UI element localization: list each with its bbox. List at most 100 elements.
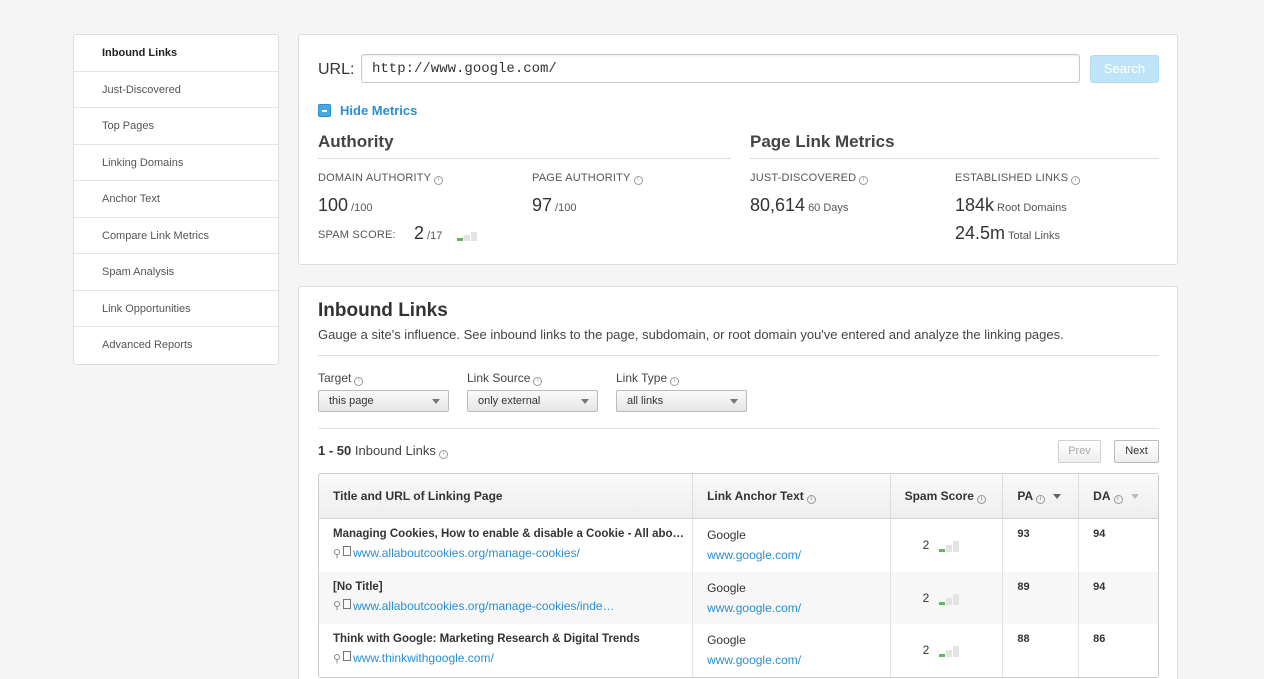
document-icon[interactable] <box>343 546 352 556</box>
linking-page-url[interactable]: www.thinkwithgoogle.com/ <box>353 651 494 665</box>
page-authority-number: 97 <box>532 195 553 215</box>
results-label: Inbound Links <box>354 443 436 458</box>
chevron-down-icon <box>432 399 440 404</box>
sidebar-item-spam-analysis[interactable]: Spam Analysis <box>74 254 278 291</box>
sidebar-item-anchor-text[interactable]: Anchor Text <box>74 181 278 218</box>
spam-score-number: 2 <box>922 538 930 552</box>
column-header-anchor[interactable]: Link Anchor Text i <box>693 474 891 518</box>
linking-page-title: Managing Cookies, How to enable & disabl… <box>333 528 685 540</box>
info-icon[interactable]: i <box>859 176 869 185</box>
cell-spam-score: 2 <box>891 571 1004 624</box>
total-links-number: 24.5m <box>955 223 1006 243</box>
info-icon[interactable]: i <box>434 176 444 185</box>
just-discovered-label: JUST-DISCOVERED i <box>750 172 869 185</box>
sidebar-item-link-opportunities[interactable]: Link Opportunities <box>74 291 278 327</box>
info-icon[interactable]: i <box>354 377 364 386</box>
cell-anchor: Google www.google.com/ <box>693 571 891 624</box>
inbound-links-title: Inbound Links <box>318 300 448 321</box>
spam-score-bars <box>939 541 960 552</box>
column-header-pa[interactable]: PA i <box>1003 474 1080 518</box>
spam-score-label: SPAM SCORE: <box>318 229 396 241</box>
info-icon[interactable]: i <box>806 495 816 504</box>
domain-authority-label-text: DOMAIN AUTHORITY <box>318 172 432 184</box>
page-authority-value: 97/100 <box>532 195 576 216</box>
link-type-select-value: all links <box>627 395 664 407</box>
linking-page-url[interactable]: www.allaboutcookies.org/manage-cookies/ <box>353 546 580 560</box>
target-select-value: this page <box>329 395 374 407</box>
sidebar-item-top-pages[interactable]: Top Pages <box>74 108 278 145</box>
chevron-down-icon <box>730 399 738 404</box>
info-icon[interactable]: i <box>1036 495 1046 504</box>
prev-button[interactable]: Prev <box>1058 440 1101 463</box>
linking-page-title: Think with Google: Marketing Research & … <box>333 633 640 645</box>
column-header-da-text: DA <box>1093 489 1111 503</box>
info-icon[interactable]: i <box>1071 176 1081 185</box>
sidebar-item-advanced-reports[interactable]: Advanced Reports <box>74 327 278 364</box>
info-icon[interactable]: i <box>670 377 680 386</box>
sidebar-item-compare-link-metrics[interactable]: Compare Link Metrics <box>74 218 278 254</box>
next-button[interactable]: Next <box>1114 440 1159 463</box>
domain-authority-label: DOMAIN AUTHORITY i <box>318 172 444 185</box>
spam-score-number: 2 <box>922 643 930 657</box>
inbound-links-panel: Inbound Links Gauge a site's influence. … <box>298 286 1178 679</box>
total-links-text: Total Links <box>1008 230 1061 242</box>
magnifier-icon[interactable]: ⚲ <box>333 652 341 665</box>
link-source-select-value: only external <box>478 395 541 407</box>
page-authority-max: /100 <box>555 202 577 214</box>
da-value: 94 <box>1093 580 1106 593</box>
cell-pa: 89 <box>1003 571 1080 624</box>
link-source-filter-label-text: Link Source <box>467 371 531 385</box>
anchor-text: Google <box>707 528 746 542</box>
link-type-select[interactable]: all links <box>616 390 747 412</box>
link-source-select[interactable]: only external <box>467 390 598 412</box>
cell-da: 86 <box>1079 624 1158 677</box>
inbound-links-table: Title and URL of Linking Page Link Ancho… <box>318 473 1159 678</box>
hide-metrics-label: Hide Metrics <box>340 103 418 118</box>
document-icon[interactable] <box>343 598 352 609</box>
page-authority-label-text: PAGE AUTHORITY <box>532 172 631 184</box>
sort-desc-icon[interactable] <box>1130 494 1139 499</box>
cell-pa: 88 <box>1003 624 1080 677</box>
anchor-url[interactable]: www.google.com/ <box>707 653 801 667</box>
table-header: Title and URL of Linking Page Link Ancho… <box>319 474 1158 519</box>
hide-metrics-toggle[interactable]: Hide Metrics <box>318 103 417 118</box>
cell-title-url: Think with Google: Marketing Research & … <box>319 624 694 677</box>
info-icon[interactable]: i <box>533 377 543 386</box>
target-filter-label-text: Target <box>318 371 352 385</box>
info-icon[interactable]: i <box>438 450 448 459</box>
just-discovered-value: 80,614 60 Days <box>750 195 848 216</box>
column-header-title-url[interactable]: Title and URL of Linking Page <box>319 474 694 518</box>
sidebar-item-just-discovered[interactable]: Just-Discovered <box>74 72 278 108</box>
anchor-url[interactable]: www.google.com/ <box>707 601 801 615</box>
total-links-value: 24.5m Total Links <box>955 223 1060 244</box>
sidebar-item-inbound-links[interactable]: Inbound Links <box>74 35 278 72</box>
document-icon[interactable] <box>343 651 352 661</box>
spam-score-number: 2 <box>922 590 930 605</box>
sort-desc-icon[interactable] <box>1053 494 1062 499</box>
target-select[interactable]: this page <box>318 390 449 412</box>
root-domains-text: Root Domains <box>997 202 1067 214</box>
magnifier-icon[interactable]: ⚲ <box>333 599 341 612</box>
spam-score: 2 <box>923 538 960 552</box>
info-icon[interactable]: i <box>976 495 986 504</box>
linking-page-url-line: ⚲ www.allaboutcookies.org/manage-cookies… <box>333 598 615 613</box>
pa-value: 93 <box>1017 528 1030 540</box>
page-authority-label: PAGE AUTHORITY i <box>532 172 643 185</box>
domain-authority-max: /100 <box>351 202 373 214</box>
url-input[interactable] <box>361 54 1080 83</box>
search-button[interactable]: Search <box>1090 55 1159 83</box>
just-discovered-label-text: JUST-DISCOVERED <box>750 172 857 184</box>
anchor-url[interactable]: www.google.com/ <box>707 548 801 562</box>
linking-page-url[interactable]: www.allaboutcookies.org/manage-cookies/i… <box>353 599 614 613</box>
sidebar-item-linking-domains[interactable]: Linking Domains <box>74 145 278 181</box>
column-header-da[interactable]: DA i <box>1079 474 1158 518</box>
info-icon[interactable]: i <box>1113 495 1123 504</box>
spam-score-max: /17 <box>427 230 443 242</box>
spam-score: 2 <box>923 643 960 657</box>
column-header-spam[interactable]: Spam Score i <box>891 474 1004 518</box>
magnifier-icon[interactable]: ⚲ <box>333 547 341 560</box>
url-label: URL: <box>318 61 355 78</box>
column-header-spam-text: Spam Score <box>904 489 974 503</box>
info-icon[interactable]: i <box>633 176 643 185</box>
established-links-label-text: ESTABLISHED LINKS <box>955 172 1069 184</box>
